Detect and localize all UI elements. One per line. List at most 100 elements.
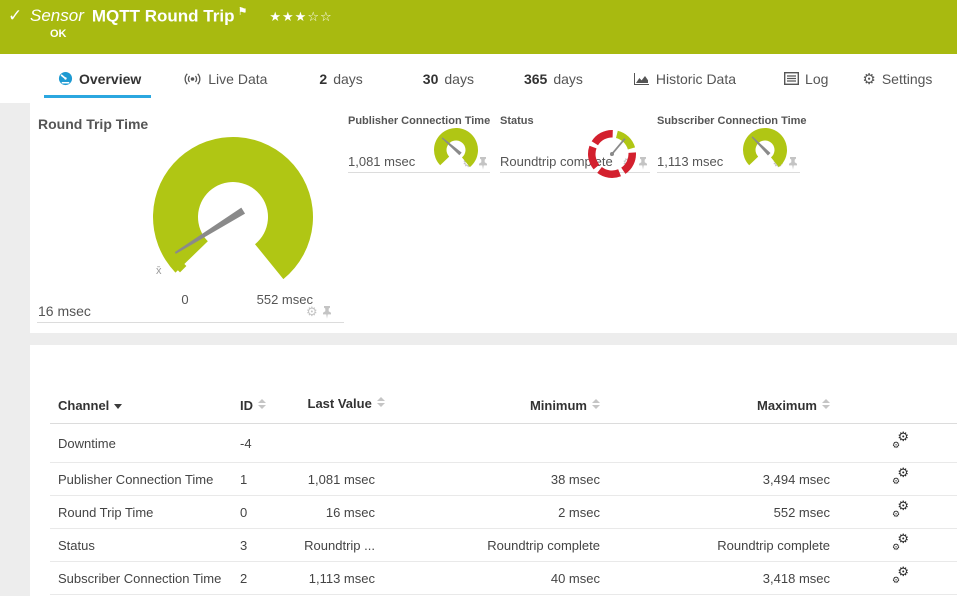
tab-days[interactable]: 2 days xyxy=(319,54,362,103)
gauge-icon xyxy=(58,71,73,86)
mini-gauge-title: Status xyxy=(500,115,534,127)
cell-id: -4 xyxy=(240,435,252,451)
cell-minimum: 2 msec xyxy=(558,504,600,520)
cell-maximum: Roundtrip complete xyxy=(717,537,830,553)
cell-channel: Downtime xyxy=(58,435,116,451)
broadcast-icon xyxy=(183,72,202,85)
column-header-id[interactable]: ID xyxy=(240,398,292,413)
gauges-panel: Round Trip Time x̄ 0 552 msec 16 msec ⚙ … xyxy=(30,103,957,333)
cell-maximum: 552 msec xyxy=(773,504,830,520)
cell-minimum: Roundtrip complete xyxy=(487,537,600,553)
gauge-scale-min-label: 0 xyxy=(181,292,189,307)
channel-row-round-trip-time[interactable]: Round Trip Time 0 16 msec 2 msec 552 msec ⚙ ⚙ xyxy=(50,496,957,529)
pin-icon[interactable] xyxy=(788,157,798,170)
cell-maximum: 3,418 msec xyxy=(762,570,830,586)
tab-label: Settings xyxy=(881,70,933,87)
channel-row-publisher-connection-time[interactable]: Publisher Connection Time 1 1,081 msec 38 m… xyxy=(50,463,957,496)
cell-minimum: 40 msec xyxy=(550,570,600,586)
tab-log[interactable]: Log xyxy=(784,54,828,103)
star-empty-icon[interactable]: ☆ xyxy=(307,10,320,25)
tab-label: days xyxy=(444,70,474,87)
cell-last-value: 1,081 msec xyxy=(307,471,375,487)
column-header-last-value[interactable]: Last Value xyxy=(292,395,385,413)
pin-icon[interactable] xyxy=(478,157,488,170)
cell-id: 0 xyxy=(240,504,248,520)
channel-row-status[interactable]: Status 3 Roundtrip ... Roundtrip complete Ro… xyxy=(50,529,957,562)
gauge-scale-max-label: 552 msec xyxy=(256,292,313,307)
tab-days[interactable]: 30 days xyxy=(423,54,474,103)
mini-gauge-title: Subscriber Connection Time xyxy=(657,115,807,127)
main-gauge-title: Round Trip Time xyxy=(38,116,149,132)
pin-icon[interactable] xyxy=(322,306,332,319)
cell-maximum: 3,494 msec xyxy=(762,471,830,487)
channels-table: Channel ID Last Value Minimum Maximum Do… xyxy=(50,345,957,595)
chart-icon xyxy=(633,72,650,86)
priority-flag-icon[interactable]: ⚑ xyxy=(237,6,247,18)
sensor-title: MQTT Round Trip xyxy=(91,6,235,26)
tab-label: Overview xyxy=(79,70,142,87)
cell-id: 1 xyxy=(240,471,248,487)
sort-icon xyxy=(258,399,266,410)
cell-id: 2 xyxy=(240,570,248,586)
star-filled-icon[interactable]: ★ xyxy=(282,10,295,25)
status-donut-chart xyxy=(587,129,636,178)
cell-channel: Status xyxy=(58,537,95,553)
mini-gauge-chart xyxy=(743,128,788,168)
average-marker-label: x̄ xyxy=(156,265,162,277)
mini-gauge-publisher: Publisher Connection Time1,081 msec⚙ xyxy=(348,111,490,173)
tab-historic-data[interactable]: Historic Data xyxy=(633,54,736,103)
cell-last-value: 16 msec xyxy=(325,504,375,520)
cell-last-value: 1,113 msec xyxy=(308,570,375,586)
edit-channel-gears-icon[interactable]: ⚙ ⚙ xyxy=(892,431,909,451)
star-empty-icon[interactable]: ☆ xyxy=(320,10,333,25)
channel-row-downtime[interactable]: Downtime -4 ⚙ ⚙ xyxy=(50,424,957,463)
gear-icon: ⚙ xyxy=(862,69,876,88)
cell-channel: Subscriber Connection Time xyxy=(58,570,222,586)
edit-channel-gears-icon[interactable]: ⚙ ⚙ xyxy=(892,467,909,487)
tab-overview[interactable]: Overview xyxy=(43,54,152,103)
round-trip-gauge: x̄ xyxy=(153,137,314,280)
channel-row-subscriber-connection-time[interactable]: Subscriber Connection Time 2 1,113 msec 40 … xyxy=(50,562,957,595)
sort-icon xyxy=(822,399,830,410)
sensor-status-badge: OK xyxy=(50,28,67,40)
channel-settings-gear-icon[interactable]: ⚙ xyxy=(306,306,318,319)
column-header-minimum[interactable]: Minimum xyxy=(375,398,600,413)
pin-icon[interactable] xyxy=(638,157,648,170)
column-header-channel[interactable]: Channel xyxy=(50,398,240,413)
column-header-maximum[interactable]: Maximum xyxy=(600,398,830,413)
main-gauge-value: 16 msec xyxy=(38,303,91,319)
main-gauge-tools: ⚙ xyxy=(306,306,332,319)
star-filled-icon[interactable]: ★ xyxy=(269,10,282,25)
cell-channel: Publisher Connection Time xyxy=(58,471,214,487)
mini-gauge-title: Publisher Connection Time xyxy=(348,115,491,127)
tab-label: Log xyxy=(805,70,829,87)
tab-days[interactable]: 365 days xyxy=(524,54,583,103)
edit-channel-gears-icon[interactable]: ⚙ ⚙ xyxy=(892,533,909,553)
log-icon xyxy=(784,72,800,85)
main-cell-divider xyxy=(37,322,344,323)
mini-gauge-chart xyxy=(434,128,479,168)
edit-channel-gears-icon[interactable]: ⚙ ⚙ xyxy=(892,566,909,586)
cell-channel: Round Trip Time xyxy=(58,504,154,520)
star-filled-icon[interactable]: ★ xyxy=(295,10,308,25)
object-kind-label: Sensor xyxy=(30,6,84,26)
tab-label: Live Data xyxy=(208,70,268,87)
status-check-icon: ✓ xyxy=(8,6,23,25)
mini-gauge-status: StatusRoundtrip complete⚙ xyxy=(500,111,650,178)
tab-label: days xyxy=(553,70,583,87)
channels-panel: Channel ID Last Value Minimum Maximum Do… xyxy=(30,345,957,596)
sensor-header-banner: ✓ Sensor MQTT Round Trip ⚑ ★★★☆☆ OK xyxy=(0,0,957,54)
cell-minimum: 38 msec xyxy=(550,471,600,487)
priority-stars[interactable]: ★★★☆☆ xyxy=(269,10,332,25)
mini-gauge-value: 1,081 msec xyxy=(348,154,416,169)
cell-last-value: Roundtrip ... xyxy=(304,537,375,553)
tab-live-data[interactable]: Live Data xyxy=(183,54,267,103)
mini-gauge-subscriber: Subscriber Connection Time1,113 msec⚙ xyxy=(657,111,807,173)
tab-settings[interactable]: ⚙ Settings xyxy=(862,54,932,103)
edit-channel-gears-icon[interactable]: ⚙ ⚙ xyxy=(892,500,909,520)
tab-bar: Overview Live Data 2 days 30 days 365 days Histo… xyxy=(0,54,957,103)
tab-label: Historic Data xyxy=(655,70,737,87)
sort-icon xyxy=(376,397,385,408)
table-header-row: Channel ID Last Value Minimum Maximum xyxy=(50,345,957,424)
cell-id: 3 xyxy=(240,537,248,553)
